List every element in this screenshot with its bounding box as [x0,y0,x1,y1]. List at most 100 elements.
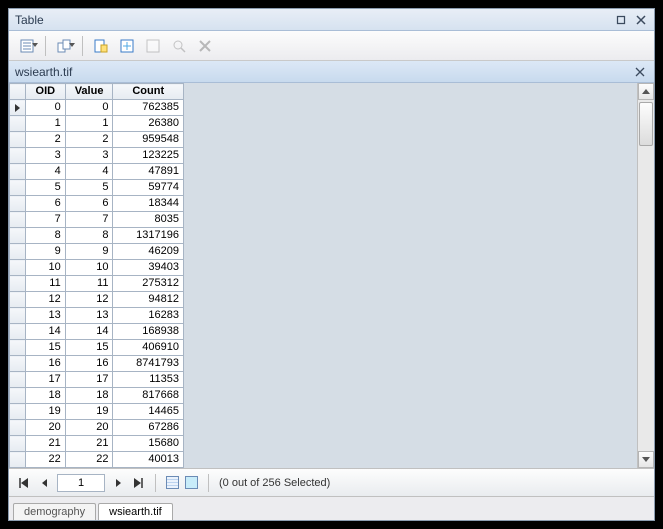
scroll-thumb[interactable] [639,102,653,146]
cell-value[interactable]: 6 [65,196,113,212]
column-header-count[interactable]: Count [113,84,184,100]
table-row[interactable]: 4447891 [10,164,184,180]
cell-oid[interactable]: 10 [25,260,65,276]
cell-oid[interactable]: 20 [25,420,65,436]
table-row[interactable]: 23233473 [10,468,184,469]
close-button[interactable] [632,12,650,28]
row-header[interactable] [10,212,26,228]
table-row[interactable]: 1111275312 [10,276,184,292]
row-header[interactable] [10,164,26,180]
cell-value[interactable]: 12 [65,292,113,308]
cell-count[interactable]: 15680 [113,436,184,452]
cell-oid[interactable]: 12 [25,292,65,308]
cell-count[interactable]: 16283 [113,308,184,324]
cell-oid[interactable]: 6 [25,196,65,212]
cell-value[interactable]: 0 [65,100,113,116]
cell-count[interactable]: 959548 [113,132,184,148]
cell-count[interactable]: 18344 [113,196,184,212]
table-row[interactable]: 22959548 [10,132,184,148]
cell-count[interactable]: 67286 [113,420,184,436]
cell-value[interactable]: 15 [65,340,113,356]
row-header[interactable] [10,148,26,164]
cell-count[interactable]: 8741793 [113,356,184,372]
cell-count[interactable]: 817668 [113,388,184,404]
cell-value[interactable]: 10 [65,260,113,276]
row-header[interactable] [10,452,26,468]
next-record-button[interactable] [111,476,125,490]
cell-count[interactable]: 275312 [113,276,184,292]
cell-value[interactable]: 11 [65,276,113,292]
clear-selection-button[interactable] [141,34,165,58]
row-header[interactable] [10,100,26,116]
row-header[interactable] [10,340,26,356]
table-row[interactable]: 191914465 [10,404,184,420]
prev-record-button[interactable] [37,476,51,490]
table-row[interactable]: 881317196 [10,228,184,244]
row-header[interactable] [10,276,26,292]
cell-count[interactable]: 94812 [113,292,184,308]
cell-count[interactable]: 14465 [113,404,184,420]
row-header[interactable] [10,436,26,452]
scroll-track[interactable] [638,100,654,451]
cell-oid[interactable]: 16 [25,356,65,372]
cell-oid[interactable]: 7 [25,212,65,228]
cell-oid[interactable]: 4 [25,164,65,180]
cell-count[interactable]: 1317196 [113,228,184,244]
row-header[interactable] [10,404,26,420]
cell-oid[interactable]: 22 [25,452,65,468]
table-row[interactable]: 131316283 [10,308,184,324]
cell-count[interactable]: 123225 [113,148,184,164]
cell-oid[interactable]: 9 [25,244,65,260]
cell-count[interactable]: 3473 [113,468,184,469]
table-row[interactable]: 1126380 [10,116,184,132]
table-row[interactable]: 1414168938 [10,324,184,340]
cell-value[interactable]: 9 [65,244,113,260]
last-record-button[interactable] [131,476,145,490]
cell-value[interactable]: 18 [65,388,113,404]
cell-oid[interactable]: 2 [25,132,65,148]
related-tables-dropdown[interactable] [52,34,76,58]
row-header[interactable] [10,196,26,212]
switch-selection-button[interactable] [115,34,139,58]
cell-oid[interactable]: 15 [25,340,65,356]
cell-count[interactable]: 168938 [113,324,184,340]
table-row[interactable]: 00762385 [10,100,184,116]
row-header[interactable] [10,228,26,244]
row-header[interactable] [10,180,26,196]
row-header[interactable] [10,308,26,324]
cell-value[interactable]: 4 [65,164,113,180]
table-row[interactable]: 33123225 [10,148,184,164]
show-all-records-button[interactable] [166,476,179,489]
cell-count[interactable]: 8035 [113,212,184,228]
cell-value[interactable]: 22 [65,452,113,468]
row-header-corner[interactable] [10,84,26,100]
cell-oid[interactable]: 3 [25,148,65,164]
cell-value[interactable]: 3 [65,148,113,164]
cell-value[interactable]: 2 [65,132,113,148]
cell-oid[interactable]: 23 [25,468,65,469]
cell-oid[interactable]: 17 [25,372,65,388]
cell-value[interactable]: 20 [65,420,113,436]
cell-oid[interactable]: 11 [25,276,65,292]
tab-demography[interactable]: demography [13,503,96,520]
table-grid[interactable]: OID Value Count 007623851126380229595483… [9,83,184,468]
table-row[interactable]: 5559774 [10,180,184,196]
cell-count[interactable]: 406910 [113,340,184,356]
cell-count[interactable]: 39403 [113,260,184,276]
row-header[interactable] [10,388,26,404]
row-header[interactable] [10,244,26,260]
select-by-attributes-button[interactable] [89,34,113,58]
row-header[interactable] [10,260,26,276]
table-row[interactable]: 6618344 [10,196,184,212]
cell-oid[interactable]: 0 [25,100,65,116]
cell-value[interactable]: 7 [65,212,113,228]
table-row[interactable]: 171711353 [10,372,184,388]
cell-count[interactable]: 11353 [113,372,184,388]
cell-oid[interactable]: 13 [25,308,65,324]
table-row[interactable]: 16168741793 [10,356,184,372]
row-header[interactable] [10,116,26,132]
table-row[interactable]: 1515406910 [10,340,184,356]
table-row[interactable]: 101039403 [10,260,184,276]
cell-value[interactable]: 17 [65,372,113,388]
table-row[interactable]: 778035 [10,212,184,228]
